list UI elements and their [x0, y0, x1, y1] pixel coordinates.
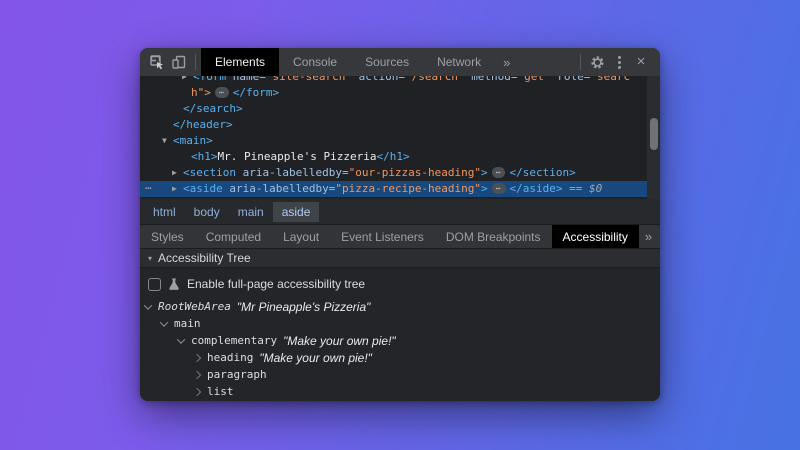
collapsed-content-badge[interactable]: ⋯: [215, 87, 229, 98]
dom-tree-row[interactable]: </search>: [140, 101, 660, 117]
settings-gear-icon[interactable]: [586, 48, 608, 76]
tab-computed[interactable]: Computed: [195, 225, 272, 249]
main-panel-tabs: ElementsConsoleSourcesNetwork: [201, 48, 495, 76]
chevron-right-icon[interactable]: [193, 370, 201, 378]
enable-fullpage-a11y-row: Enable full-page accessibility tree: [140, 268, 660, 298]
accessibility-tree: RootWebArea "Mr Pineapple's Pizzeria" main…: [140, 298, 660, 400]
tab-dom-breakpoints[interactable]: DOM Breakpoints: [435, 225, 552, 249]
tab-accessibility[interactable]: Accessibility: [552, 225, 639, 249]
enable-fullpage-a11y-label: Enable full-page accessibility tree: [187, 277, 365, 291]
a11y-tree-row[interactable]: complementary "Make your own pie!": [140, 332, 660, 349]
breadcrumb-item-body[interactable]: body: [185, 202, 229, 222]
a11y-role: paragraph: [207, 368, 267, 381]
chevron-right-icon[interactable]: [193, 353, 201, 361]
expand-arrow-icon[interactable]: ▼: [162, 133, 173, 149]
breadcrumb-item-aside[interactable]: aside: [273, 202, 320, 222]
collapsed-content-badge[interactable]: ⋯: [492, 167, 506, 178]
tab-network[interactable]: Network: [423, 48, 495, 76]
a11y-name: "Make your own pie!": [283, 334, 396, 348]
a11y-tree-row[interactable]: RootWebArea "Mr Pineapple's Pizzeria": [140, 298, 660, 315]
a11y-role: heading: [207, 351, 253, 364]
toolbar-divider: [195, 54, 196, 70]
experiment-flask-icon: [168, 278, 180, 291]
tab-styles[interactable]: Styles: [140, 225, 195, 249]
expand-arrow-icon[interactable]: ▶: [172, 181, 183, 197]
tab-sources[interactable]: Sources: [351, 48, 423, 76]
dom-tree-row[interactable]: ▶<form name="site-search" action="/searc…: [140, 76, 660, 85]
inspect-element-icon[interactable]: [146, 48, 168, 76]
dom-tree-row[interactable]: …▶<aside aria-labelledby="pizza-recipe-h…: [140, 181, 660, 197]
expand-arrow-icon[interactable]: ▶: [172, 165, 183, 181]
dom-scrollbar-thumb[interactable]: [650, 118, 658, 150]
a11y-tree-row[interactable]: heading "Make your own pie!": [140, 349, 660, 366]
chevron-right-icon[interactable]: [193, 387, 201, 395]
chevron-down-icon[interactable]: [144, 301, 152, 309]
a11y-tree-row[interactable]: paragraph: [140, 366, 660, 383]
a11y-name: "Mr Pineapple's Pizzeria": [237, 300, 371, 314]
dom-scrollbar-track[interactable]: [647, 76, 660, 199]
chevron-down-icon[interactable]: [160, 318, 168, 326]
collapsed-content-badge[interactable]: ⋯: [492, 183, 506, 194]
a11y-role: RootWebArea: [158, 300, 231, 313]
more-options-kebab-icon[interactable]: [608, 48, 630, 76]
tab-console[interactable]: Console: [279, 48, 351, 76]
devtools-window: ElementsConsoleSourcesNetwork » × ▶<form…: [140, 48, 660, 401]
accessibility-tree-title: Accessibility Tree: [158, 251, 251, 265]
device-toolbar-icon[interactable]: [168, 48, 190, 76]
dom-tree-row[interactable]: </header>: [140, 117, 660, 133]
sidebar-tabs: StylesComputedLayoutEvent ListenersDOM B…: [140, 224, 660, 248]
tab-layout[interactable]: Layout: [272, 225, 330, 249]
devtools-toolbar: ElementsConsoleSourcesNetwork » ×: [140, 48, 660, 76]
row-menu-dots-icon[interactable]: …: [145, 178, 152, 194]
dom-tree-row[interactable]: ▶<section aria-labelledby="our-pizzas-he…: [140, 165, 660, 181]
more-panels-icon[interactable]: »: [495, 55, 518, 70]
tab-event-listeners[interactable]: Event Listeners: [330, 225, 435, 249]
dom-tree-row[interactable]: h">⋯</form>: [140, 85, 660, 101]
a11y-tree-row[interactable]: main: [140, 315, 660, 332]
more-sidebar-tabs-icon[interactable]: »: [639, 229, 658, 244]
a11y-role: list: [207, 385, 234, 398]
dom-tree: ▶<form name="site-search" action="/searc…: [140, 76, 660, 199]
a11y-role: complementary: [191, 334, 277, 347]
toolbar-divider-right: [580, 54, 581, 70]
breadcrumb-item-html[interactable]: html: [144, 202, 185, 222]
a11y-role: main: [174, 317, 201, 330]
dom-tree-row[interactable]: ▼<main>: [140, 133, 660, 149]
breadcrumb: htmlbodymainaside: [140, 199, 660, 224]
a11y-tree-row[interactable]: list: [140, 383, 660, 400]
expand-arrow-icon[interactable]: ▶: [182, 76, 193, 85]
accessibility-pane: Enable full-page accessibility tree Root…: [140, 268, 660, 401]
breadcrumb-item-main[interactable]: main: [229, 202, 273, 222]
a11y-name: "Make your own pie!": [259, 351, 372, 365]
close-icon[interactable]: ×: [630, 48, 652, 76]
accessibility-tree-section-header[interactable]: ▾ Accessibility Tree: [140, 248, 660, 268]
dom-tree-row[interactable]: <h1>Mr. Pineapple's Pizzeria</h1>: [140, 149, 660, 165]
collapse-triangle-icon: ▾: [148, 254, 152, 263]
enable-fullpage-a11y-checkbox[interactable]: [148, 278, 161, 291]
dom-tree-rows: ▶<form name="site-search" action="/searc…: [140, 76, 660, 197]
tab-elements[interactable]: Elements: [201, 48, 279, 76]
chevron-down-icon[interactable]: [177, 335, 185, 343]
